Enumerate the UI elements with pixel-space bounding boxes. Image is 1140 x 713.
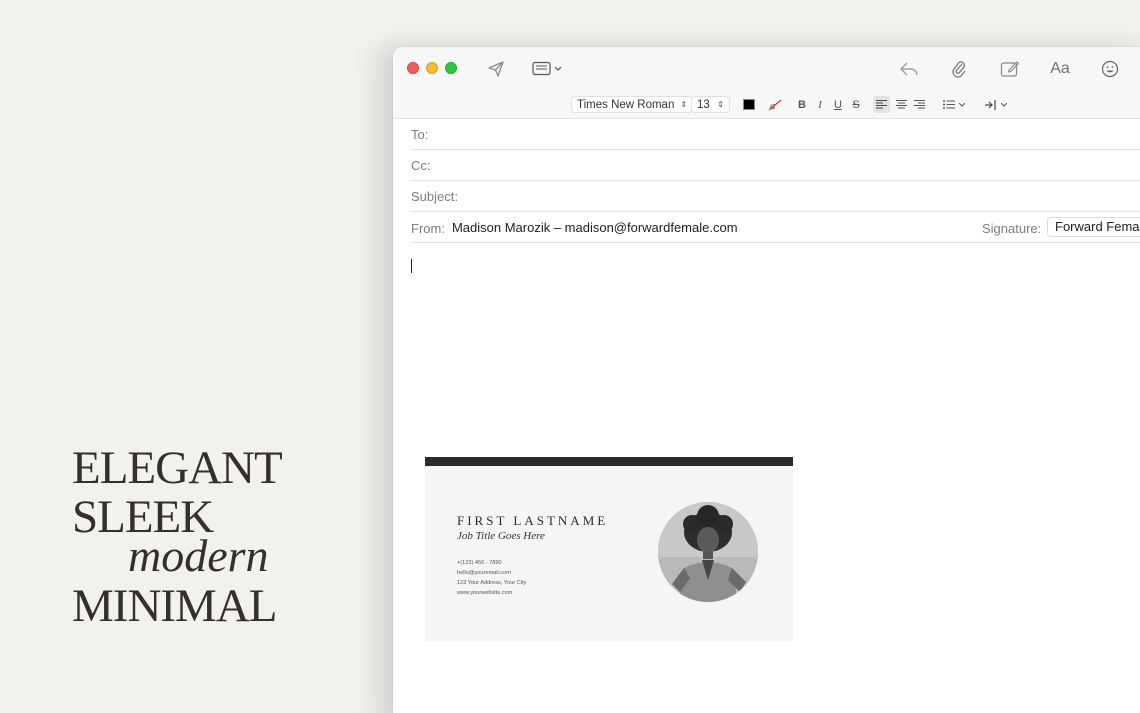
compose-window: Aa Times New Roman ⇕ 13 ⇕ a B I U S To: …	[393, 47, 1140, 713]
text-color-swatch	[743, 99, 755, 110]
promo-text: ELEGANT SLEEK modern MINIMAL	[72, 442, 283, 632]
signature-job-title: Job Title Goes Here	[457, 530, 545, 542]
cc-label: Cc:	[411, 157, 431, 173]
from-account-select[interactable]: Madison Marozik – madison@forwardfemale.…	[452, 220, 738, 235]
from-label: From:	[411, 221, 445, 236]
signature-phone: +(123) 456 - 7890	[457, 560, 502, 566]
minimize-window-button[interactable]	[426, 62, 438, 74]
to-label: To:	[411, 126, 429, 142]
align-left-icon	[876, 100, 887, 109]
signature-address: 123 Your Address, Your City	[457, 580, 527, 586]
format-bar: Times New Roman ⇕ 13 ⇕ a B I U S	[393, 91, 1140, 119]
signature-photo	[658, 502, 758, 602]
align-left-button[interactable]	[873, 96, 890, 113]
signature-select[interactable]: Forward Female	[1047, 217, 1140, 237]
text-cursor	[411, 259, 412, 273]
promo-line-elegant: ELEGANT	[72, 442, 283, 494]
signature-top-bar	[425, 457, 793, 466]
chevron-down-icon	[1001, 102, 1007, 107]
signature-email: hello@youremail.com	[457, 570, 511, 576]
header-fields-icon[interactable]	[530, 57, 566, 81]
promo-line-minimal: MINIMAL	[72, 580, 277, 632]
bold-button[interactable]: B	[796, 96, 808, 113]
font-size-value: 13	[697, 98, 710, 111]
cc-field[interactable]: Cc:	[411, 150, 1140, 181]
subject-field[interactable]: Subject:	[411, 181, 1140, 212]
zoom-window-button[interactable]	[445, 62, 457, 74]
subject-label: Subject:	[411, 188, 458, 204]
signature-label: Signature:	[982, 221, 1042, 236]
attachment-icon[interactable]	[949, 57, 969, 81]
title-bar: Aa	[393, 47, 1140, 91]
send-icon[interactable]	[485, 57, 507, 81]
bullet-list-icon	[943, 100, 955, 109]
signature-website: www.yourwebsite.com	[457, 590, 513, 596]
email-signature: FIRST LASTNAME Job Title Goes Here +(123…	[425, 457, 793, 641]
background-color-button[interactable]: a	[768, 96, 782, 113]
indent-icon	[985, 99, 996, 110]
reply-icon[interactable]	[898, 57, 920, 81]
highlight-none-icon: a	[768, 99, 782, 111]
signature-contact: +(123) 456 - 7890 hello@youremail.com 12…	[457, 558, 526, 598]
stepper-arrows-icon: ⇕	[680, 99, 688, 109]
align-center-icon	[895, 100, 907, 109]
to-field[interactable]: To:	[411, 119, 1140, 150]
chevron-down-icon	[959, 102, 965, 107]
align-right-icon	[913, 100, 925, 109]
close-window-button[interactable]	[407, 62, 419, 74]
signature-name: FIRST LASTNAME	[457, 513, 609, 528]
promo-line-modern: modern	[128, 530, 269, 581]
font-family-select[interactable]: Times New Roman ⇕	[571, 96, 694, 113]
font-size-select[interactable]: 13 ⇕	[691, 96, 730, 113]
emoji-icon[interactable]	[1099, 57, 1121, 81]
strikethrough-button[interactable]: S	[850, 96, 862, 113]
text-color-button[interactable]	[743, 96, 755, 113]
indent-button[interactable]	[985, 96, 1007, 113]
font-family-value: Times New Roman	[577, 98, 675, 111]
from-field: From: Madison Marozik – madison@forwardf…	[411, 212, 1140, 243]
align-center-button[interactable]	[894, 96, 908, 113]
stepper-arrows-icon: ⇕	[717, 99, 724, 109]
underline-button[interactable]: U	[832, 96, 844, 113]
align-right-button[interactable]	[912, 96, 926, 113]
list-style-button[interactable]	[943, 96, 965, 113]
markup-icon[interactable]	[999, 57, 1021, 81]
italic-button[interactable]: I	[814, 96, 826, 113]
format-icon[interactable]: Aa	[1047, 57, 1073, 81]
